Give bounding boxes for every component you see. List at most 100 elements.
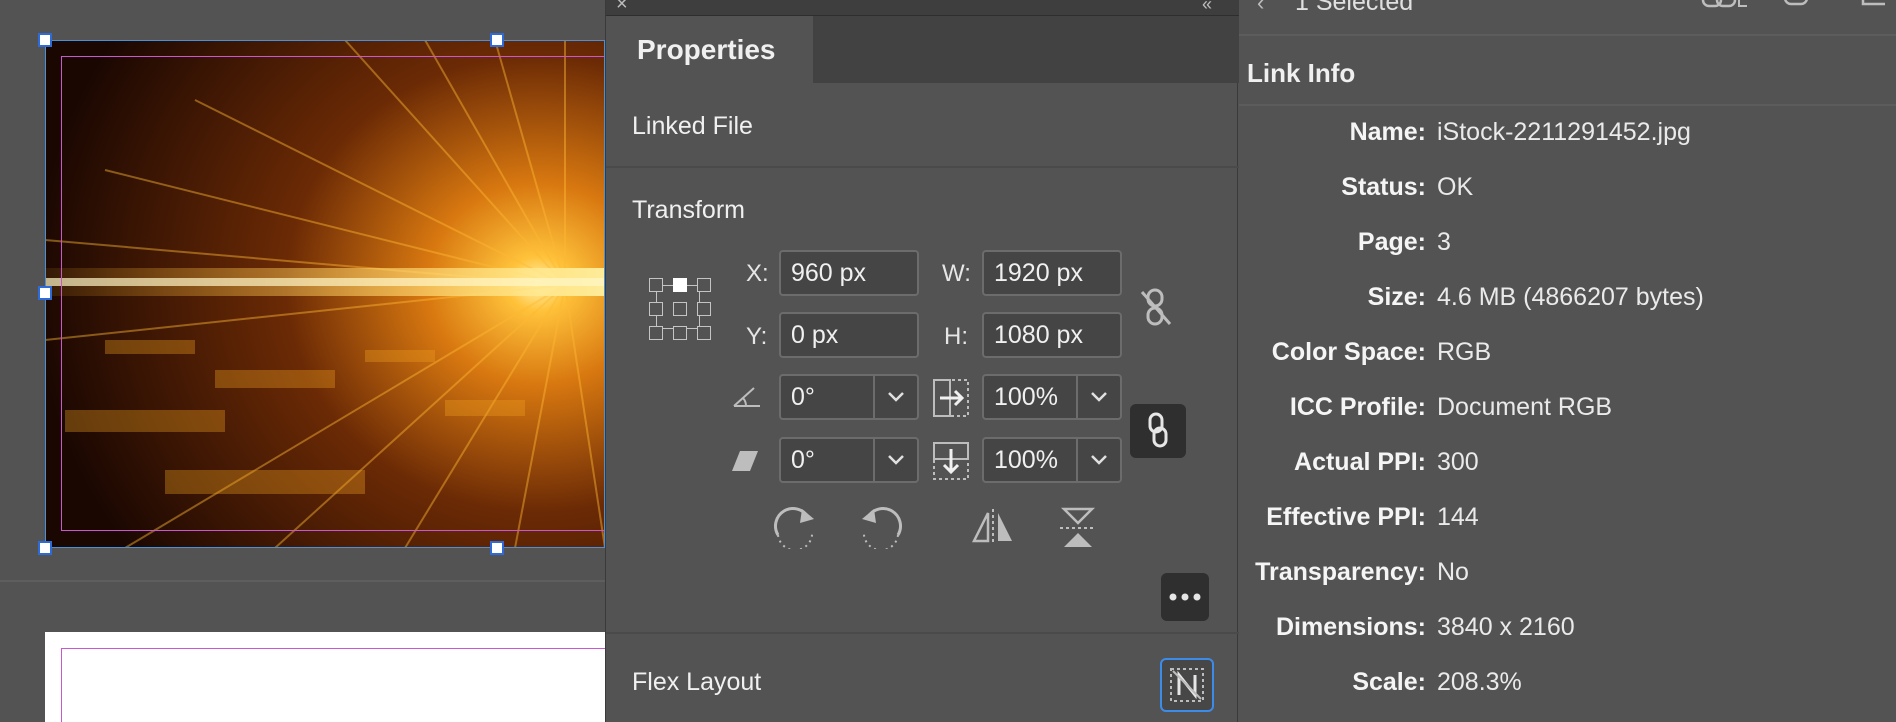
link-info-row-name: Name: iStock-2211291452.jpg [1239, 118, 1896, 158]
flex-layout-label: Flex Layout [632, 668, 762, 696]
resize-handle-bottom-center[interactable] [490, 541, 504, 555]
scale-y-combo[interactable]: 100% [982, 437, 1122, 483]
edit-original-icon[interactable] [1859, 0, 1889, 8]
ref-point-top-right[interactable] [697, 278, 711, 292]
link-info-divider [1239, 104, 1896, 106]
links-panel-header: ‹ 1 Selected [1239, 0, 1896, 36]
link-info-key: Actual PPI: [1294, 448, 1426, 476]
flex-layout-icon [1170, 668, 1204, 702]
scale-x-icon [933, 379, 969, 417]
chevron-down-icon[interactable] [873, 376, 917, 418]
link-info-row-dimensions: Dimensions: 3840 x 2160 [1239, 613, 1896, 653]
next-page[interactable] [45, 632, 621, 722]
link-info-row-size: Size: 4.6 MB (4866207 bytes) [1239, 283, 1896, 323]
chevron-left-icon[interactable]: ‹ [1257, 0, 1264, 16]
ref-point-top-left[interactable] [649, 278, 663, 292]
scale-x-value[interactable]: 100% [984, 376, 1058, 418]
chevron-down-icon[interactable] [1076, 439, 1120, 481]
placed-image-frame[interactable] [45, 40, 605, 548]
properties-panel: × « Properties Linked File Transform X: … [605, 0, 1239, 722]
constrain-unlinked-icon[interactable] [1138, 286, 1174, 328]
link-info-title: Link Info [1247, 58, 1356, 88]
close-icon[interactable]: × [616, 0, 628, 14]
panel-tab-strip: Properties [606, 16, 1239, 83]
link-info-value: OK [1437, 173, 1474, 201]
link-info-key: Transparency: [1255, 558, 1426, 586]
shear-angle-value[interactable]: 0° [781, 439, 815, 481]
link-info-key: Status: [1341, 173, 1426, 201]
shear-angle-combo[interactable]: 0° [779, 437, 919, 483]
resize-handle-bottom-left[interactable] [38, 541, 52, 555]
transform-label: Transform [632, 196, 745, 224]
section-divider [606, 166, 1239, 168]
h-label: H: [944, 323, 968, 350]
go-to-link-icon[interactable] [1779, 0, 1815, 8]
link-info-value: 4.6 MB (4866207 bytes) [1437, 283, 1704, 311]
shear-icon [732, 451, 758, 471]
y-position-field[interactable]: 0 px [779, 312, 919, 358]
relink-icon[interactable] [1701, 0, 1749, 10]
document-canvas[interactable] [0, 0, 621, 722]
section-divider [606, 632, 1239, 634]
link-info-key: Dimensions: [1275, 613, 1426, 641]
resize-handle-top-center[interactable] [490, 33, 504, 47]
rotation-angle-value[interactable]: 0° [781, 376, 815, 418]
link-info-value: 3840 x 2160 [1437, 613, 1575, 641]
ref-point-center[interactable] [673, 302, 687, 316]
scale-x-combo[interactable]: 100% [982, 374, 1122, 420]
x-label: X: [746, 260, 769, 287]
constrain-scale-button[interactable] [1130, 404, 1186, 458]
rotate-angle-icon [733, 387, 760, 407]
reference-point-icon[interactable] [646, 275, 714, 343]
link-info-key: Effective PPI: [1266, 503, 1426, 531]
resize-handle-top-left[interactable] [38, 33, 52, 47]
collapse-icon[interactable]: « [1202, 0, 1212, 14]
link-info-key: Name: [1349, 118, 1426, 146]
height-field[interactable]: 1080 px [982, 312, 1122, 358]
ref-point-bottom-left[interactable] [649, 326, 663, 340]
flex-layout-button[interactable] [1160, 658, 1214, 712]
flip-horizontal-icon[interactable] [970, 507, 1016, 547]
links-panel: ‹ 1 Selected Link Info Name: iStock-2211… [1239, 0, 1896, 722]
rotate-cw-icon[interactable] [772, 505, 818, 549]
flip-vertical-icon[interactable] [1058, 505, 1098, 551]
app-window: × « Properties Linked File Transform X: … [0, 0, 1896, 722]
panel-title-bar: × « [606, 0, 1239, 16]
linked-file-label[interactable]: Linked File [632, 112, 753, 141]
ref-point-middle-left[interactable] [649, 302, 663, 316]
ref-point-top-center[interactable] [673, 278, 687, 292]
more-options-button[interactable] [1161, 573, 1209, 621]
link-info-key: Scale: [1352, 668, 1426, 696]
width-field[interactable]: 1920 px [982, 250, 1122, 296]
link-info-value: 300 [1437, 448, 1479, 476]
more-options-icon [1169, 593, 1201, 601]
chevron-down-icon[interactable] [873, 439, 917, 481]
margin-guide [61, 648, 621, 722]
link-info-row-actual-ppi: Actual PPI: 300 [1239, 448, 1896, 488]
ref-point-bottom-right[interactable] [697, 326, 711, 340]
link-info-row-transparency: Transparency: No [1239, 558, 1896, 598]
selection-count: 1 Selected [1295, 0, 1414, 16]
link-info-value: 144 [1437, 503, 1479, 531]
link-info-value: Document RGB [1437, 393, 1613, 421]
link-info-key: Color Space: [1271, 338, 1426, 366]
link-info-value: 208.3% [1437, 668, 1522, 696]
link-info-row-page: Page: 3 [1239, 228, 1896, 268]
ref-point-middle-right[interactable] [697, 302, 711, 316]
link-info-value: RGB [1437, 338, 1492, 366]
link-info-row-color-space: Color Space: RGB [1239, 338, 1896, 378]
chevron-down-icon[interactable] [1076, 376, 1120, 418]
rotate-ccw-icon[interactable] [858, 505, 904, 549]
link-info-row-status: Status: OK [1239, 173, 1896, 213]
link-info-value[interactable]: 3 [1437, 228, 1451, 257]
pasteboard-divider [0, 580, 605, 582]
tab-properties[interactable]: Properties [606, 16, 813, 83]
link-info-key: ICC Profile: [1289, 393, 1426, 421]
ref-point-bottom-center[interactable] [673, 326, 687, 340]
x-position-field[interactable]: 960 px [779, 250, 919, 296]
placed-image-artwork [45, 40, 605, 548]
scale-y-value[interactable]: 100% [984, 439, 1058, 481]
rotation-angle-combo[interactable]: 0° [779, 374, 919, 420]
y-label: Y: [746, 323, 768, 350]
resize-handle-middle-left[interactable] [38, 286, 52, 300]
